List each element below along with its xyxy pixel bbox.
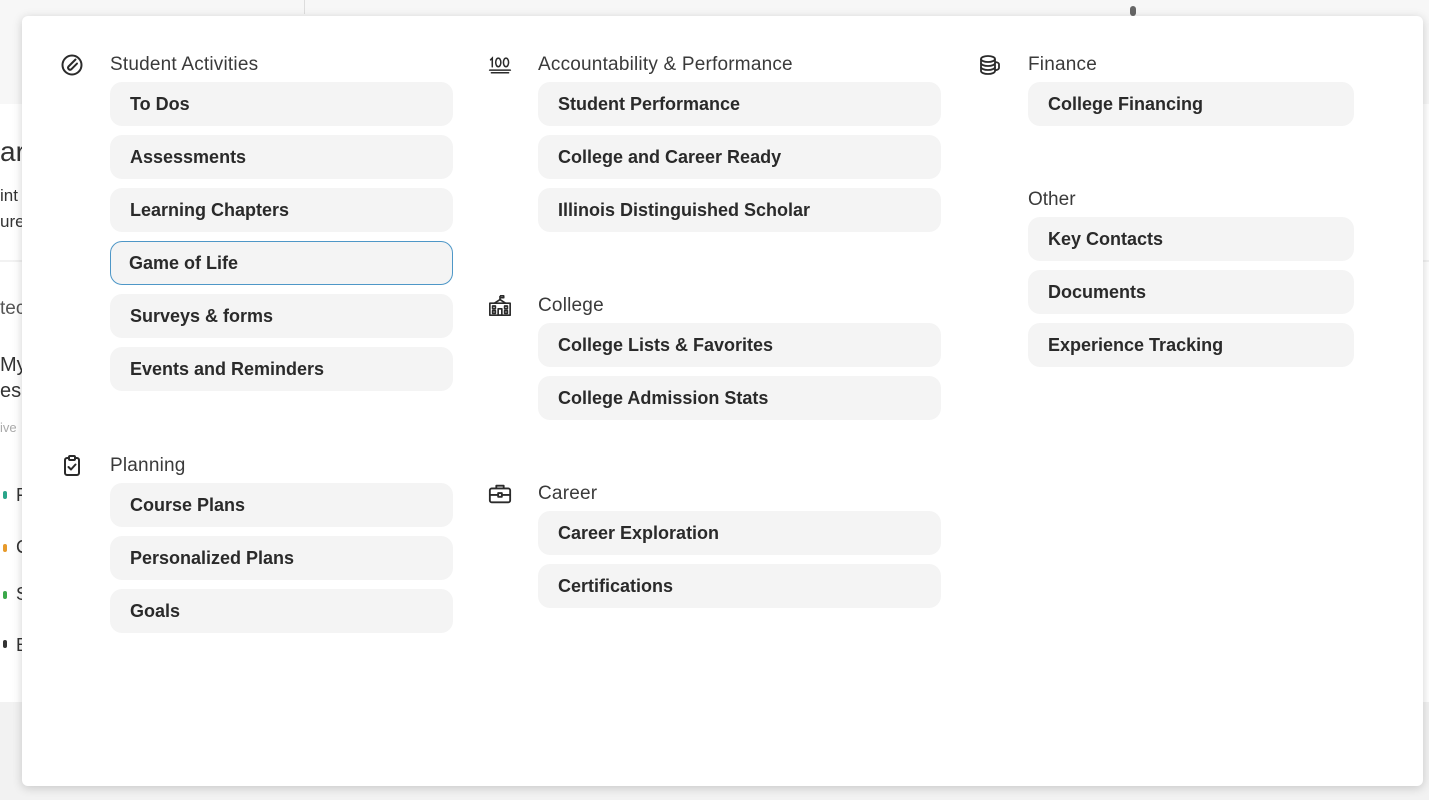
menu-item-college-financing[interactable]: College Financing xyxy=(1028,82,1354,126)
menu-item-course-plans[interactable]: Course Plans xyxy=(110,483,453,527)
background-status-dot xyxy=(3,640,7,648)
section-planning: Planning Course Plans Personalized Plans… xyxy=(60,453,453,642)
menu-item-illinois-distinguished-scholar[interactable]: Illinois Distinguished Scholar xyxy=(538,188,941,232)
section-header: Accountability & Performance xyxy=(488,52,941,78)
section-career: Career Career Exploration Certifications xyxy=(488,481,941,617)
briefcase-icon xyxy=(488,482,512,506)
section-finance: Finance College Financing xyxy=(978,52,1354,135)
section-other: Other Key Contacts Documents Experience … xyxy=(978,187,1354,376)
background-text-fragment: ure xyxy=(0,212,25,231)
menu-item-college-admission-stats[interactable]: College Admission Stats xyxy=(538,376,941,420)
section-title: College xyxy=(538,295,604,316)
hundred-points-icon xyxy=(488,53,512,77)
menu-item-to-dos[interactable]: To Dos xyxy=(110,82,453,126)
section-items: Career Exploration Certifications xyxy=(538,511,941,608)
background-status-dot xyxy=(3,544,7,552)
section-header: College xyxy=(488,293,941,319)
section-header: Finance xyxy=(978,52,1354,78)
section-title: Accountability & Performance xyxy=(538,54,793,75)
paperclip-pen-icon xyxy=(60,53,84,77)
section-accountability-performance: Accountability & Performance Student Per… xyxy=(488,52,941,241)
section-college: College College Lists & Favorites Colleg… xyxy=(488,293,941,429)
menu-item-personalized-plans[interactable]: Personalized Plans xyxy=(110,536,453,580)
menu-item-game-of-life[interactable]: Game of Life xyxy=(110,241,453,285)
background-status-dot xyxy=(3,591,7,599)
menu-item-student-performance[interactable]: Student Performance xyxy=(538,82,941,126)
section-header: Career xyxy=(488,481,941,507)
school-building-icon xyxy=(488,294,512,318)
menu-item-surveys-forms[interactable]: Surveys & forms xyxy=(110,294,453,338)
menu-item-experience-tracking[interactable]: Experience Tracking xyxy=(1028,323,1354,367)
menu-item-career-exploration[interactable]: Career Exploration xyxy=(538,511,941,555)
section-title: Student Activities xyxy=(110,54,259,75)
menu-item-college-lists-favorites[interactable]: College Lists & Favorites xyxy=(538,323,941,367)
section-title: Other xyxy=(1028,189,1076,210)
clipboard-check-icon xyxy=(60,454,84,478)
section-items: College Lists & Favorites College Admiss… xyxy=(538,323,941,420)
section-header: Student Activities xyxy=(60,52,453,78)
menu-item-certifications[interactable]: Certifications xyxy=(538,564,941,608)
menu-item-events-reminders[interactable]: Events and Reminders xyxy=(110,347,453,391)
menu-item-documents[interactable]: Documents xyxy=(1028,270,1354,314)
section-items: Key Contacts Documents Experience Tracki… xyxy=(1028,217,1354,367)
menu-item-learning-chapters[interactable]: Learning Chapters xyxy=(110,188,453,232)
section-title: Career xyxy=(538,483,598,504)
background-status-dot xyxy=(3,491,7,499)
section-title: Finance xyxy=(1028,54,1097,75)
background-divider xyxy=(304,0,305,14)
section-title: Planning xyxy=(110,455,186,476)
menu-item-goals[interactable]: Goals xyxy=(110,589,453,633)
section-items: Course Plans Personalized Plans Goals xyxy=(110,483,453,633)
background-text-fragment: int xyxy=(0,186,18,205)
section-items: Student Performance College and Career R… xyxy=(538,82,941,232)
menu-item-college-career-ready[interactable]: College and Career Ready xyxy=(538,135,941,179)
background-text-fragment: ive xyxy=(0,420,17,435)
section-items: To Dos Assessments Learning Chapters Gam… xyxy=(110,82,453,391)
background-text-fragment: es xyxy=(0,380,22,402)
menu-item-key-contacts[interactable]: Key Contacts xyxy=(1028,217,1354,261)
section-items: College Financing xyxy=(1028,82,1354,126)
background-scroll-marker xyxy=(1130,6,1136,16)
navigation-mega-menu: Student Activities To Dos Assessments Le… xyxy=(22,16,1423,786)
menu-item-assessments[interactable]: Assessments xyxy=(110,135,453,179)
section-student-activities: Student Activities To Dos Assessments Le… xyxy=(60,52,453,400)
section-header: Planning xyxy=(60,453,453,479)
coin-stack-icon xyxy=(978,53,1002,77)
